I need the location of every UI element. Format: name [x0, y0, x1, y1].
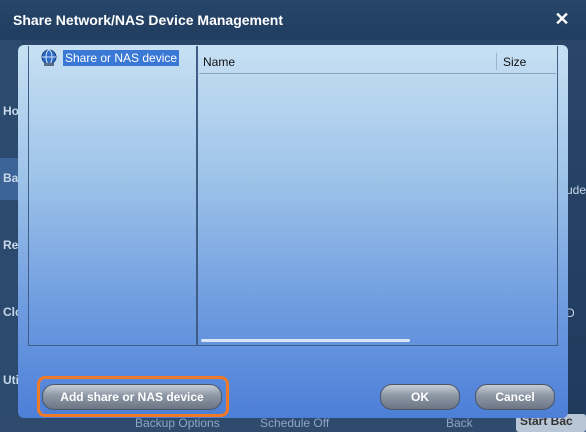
nas-management-dialog: Share Network/NAS Device Management ✕ Sh…: [0, 0, 586, 418]
column-separator[interactable]: [496, 53, 497, 70]
dialog-titlebar: Share Network/NAS Device Management ✕: [0, 0, 586, 40]
share-list[interactable]: [197, 46, 558, 346]
horizontal-scrollbar[interactable]: [201, 339, 410, 342]
list-header: Name Size: [199, 51, 556, 74]
column-header-size[interactable]: Size: [503, 55, 526, 69]
close-icon[interactable]: ✕: [553, 10, 571, 28]
add-share-button[interactable]: Add share or NAS device: [42, 384, 222, 410]
background-schedule: Schedule Off: [260, 416, 330, 430]
network-globe-icon: [41, 49, 57, 66]
background-back: Back: [446, 416, 473, 430]
background-backup-options: Backup Options: [135, 416, 220, 430]
cancel-button[interactable]: Cancel: [475, 384, 555, 410]
dialog-title: Share Network/NAS Device Management: [13, 12, 283, 28]
ok-button[interactable]: OK: [380, 384, 460, 410]
share-tree[interactable]: [28, 46, 197, 346]
column-header-name[interactable]: Name: [203, 55, 235, 69]
tree-item-label: Share or NAS device: [63, 50, 180, 66]
